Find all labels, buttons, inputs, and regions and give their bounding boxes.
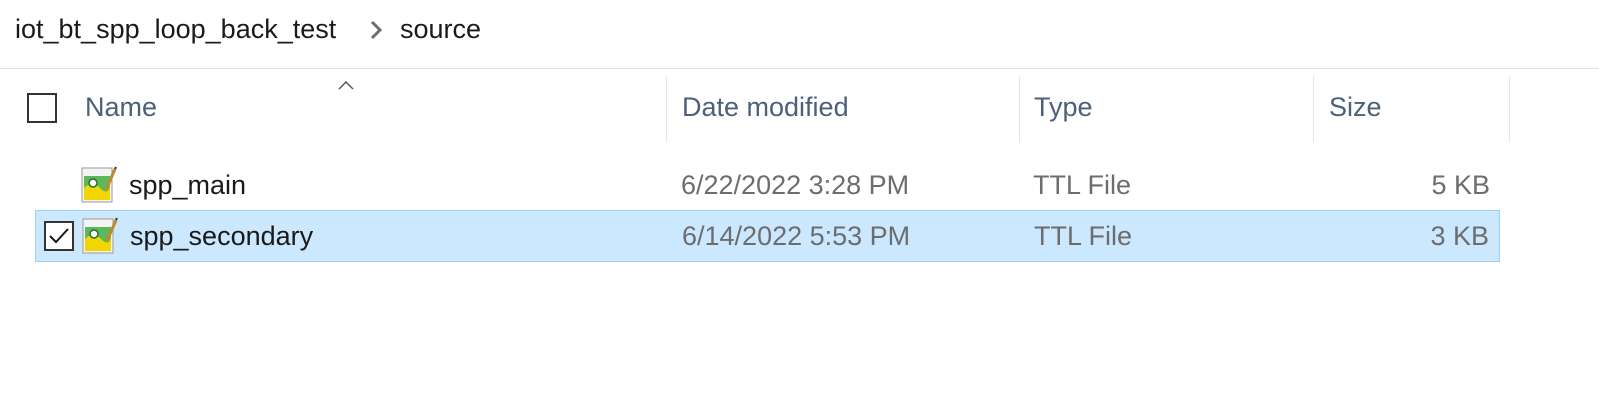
column-header-name[interactable]: Name <box>85 92 157 123</box>
column-header-type[interactable]: Type <box>1034 92 1093 123</box>
file-date-modified: 6/14/2022 5:53 PM <box>682 221 911 251</box>
checkmark-icon <box>49 228 69 244</box>
column-header-date-modified[interactable]: Date modified <box>682 92 849 123</box>
column-header-size[interactable]: Size <box>1329 92 1382 123</box>
file-type: TTL File <box>1033 170 1132 200</box>
file-size: 3 KB <box>1430 221 1489 251</box>
file-size: 5 KB <box>1431 170 1490 200</box>
file-name: spp_secondary <box>130 221 314 251</box>
ttl-file-icon <box>81 166 117 203</box>
breadcrumb-item-parent[interactable]: iot_bt_spp_loop_back_test <box>15 14 336 45</box>
column-divider[interactable] <box>1313 76 1314 142</box>
ttl-file-icon <box>82 217 118 254</box>
file-row-spp-main[interactable]: spp_main 6/22/2022 3:28 PM TTL File 5 KB <box>35 160 1500 212</box>
select-all-checkbox[interactable] <box>27 93 57 123</box>
file-row-spp-secondary[interactable]: spp_secondary 6/14/2022 5:53 PM TTL File… <box>35 210 1500 262</box>
column-divider[interactable] <box>1509 76 1510 142</box>
column-header-row: Name Date modified Type Size <box>0 76 1599 142</box>
file-name: spp_main <box>129 170 247 200</box>
chevron-right-icon[interactable] <box>369 20 383 40</box>
file-date-modified: 6/22/2022 3:28 PM <box>681 170 910 200</box>
breadcrumb: iot_bt_spp_loop_back_test source <box>0 0 1599 69</box>
sort-up-caret-icon <box>338 80 354 90</box>
breadcrumb-item-current[interactable]: source <box>400 14 481 45</box>
column-divider[interactable] <box>666 76 667 142</box>
column-divider[interactable] <box>1019 76 1020 142</box>
row-checkbox-checked[interactable] <box>44 221 74 251</box>
file-type: TTL File <box>1034 221 1133 251</box>
